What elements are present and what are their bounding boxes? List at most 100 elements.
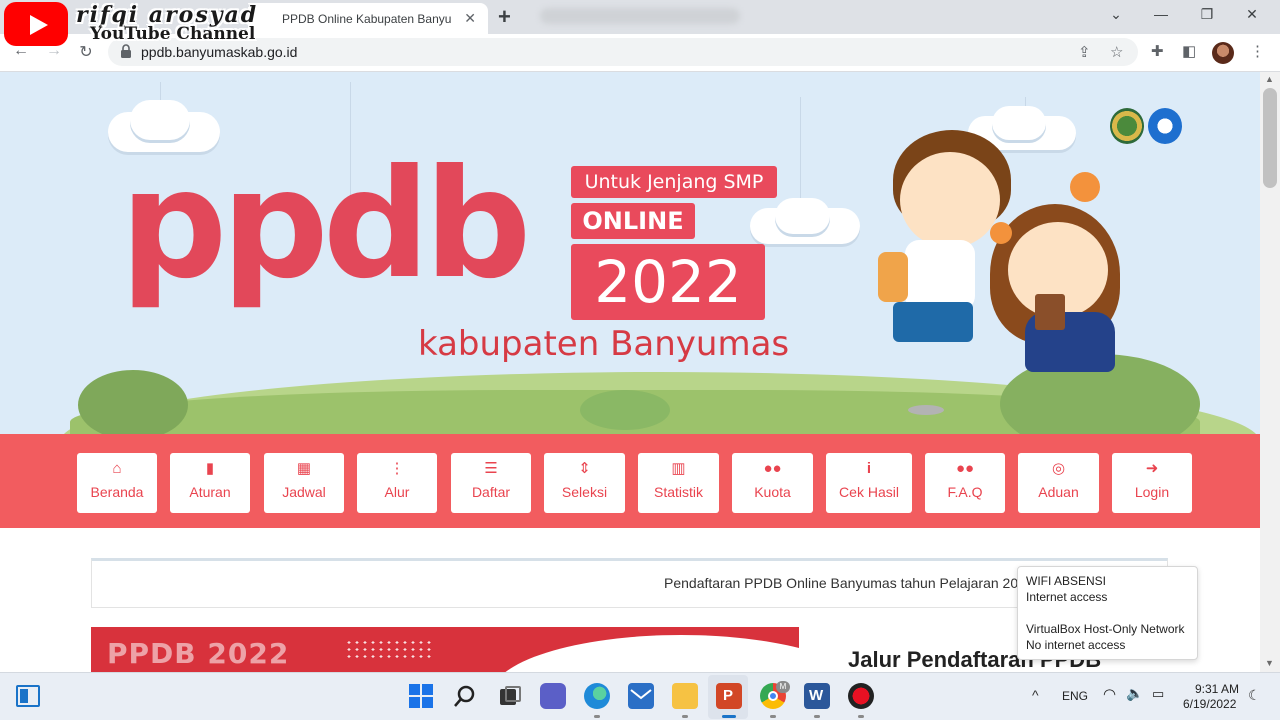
nav-faq[interactable]: ●● F.A.Q xyxy=(925,453,1005,513)
nav-seleksi[interactable]: ⇕ Seleksi xyxy=(544,453,625,513)
nav-statistik[interactable]: ▥ Statistik xyxy=(638,453,719,513)
logo-region: kabupaten Banyumas xyxy=(418,324,790,364)
clock-date[interactable]: 6/19/2022 xyxy=(1183,697,1236,711)
nav-label: Seleksi xyxy=(561,484,608,500)
tab-search-icon[interactable]: ⌄ xyxy=(1101,6,1131,23)
mail-icon[interactable] xyxy=(628,683,654,709)
volume-icon[interactable]: 🔈 xyxy=(1126,685,1143,702)
tut-wuri-handayani-icon xyxy=(1148,108,1182,144)
network-name: VirtualBox Host-Only Network xyxy=(1026,622,1185,636)
network-status: Internet access xyxy=(1026,590,1108,604)
profile-badge: M xyxy=(776,681,790,693)
language-indicator[interactable]: ENG xyxy=(1062,689,1088,703)
battery-icon[interactable]: ▭ xyxy=(1152,686,1164,702)
network-status: No internet access xyxy=(1026,638,1126,652)
scroll-thumb[interactable] xyxy=(1263,88,1277,188)
running-indicator xyxy=(770,715,776,718)
close-window-icon[interactable]: ✕ xyxy=(1237,6,1267,23)
side-panel-icon[interactable]: ◧ xyxy=(1182,42,1196,60)
nav-beranda[interactable]: ⌂ Beranda xyxy=(77,453,157,513)
windows-start-icon[interactable] xyxy=(408,683,434,709)
nav-jadwal[interactable]: ▦ Jadwal xyxy=(264,453,344,513)
nav-aduan[interactable]: ◎ Aduan xyxy=(1018,453,1099,513)
nav-label: Aduan xyxy=(1038,484,1079,500)
promo-dots-pattern xyxy=(345,639,435,661)
cloud xyxy=(992,106,1046,140)
running-indicator xyxy=(858,715,864,718)
running-indicator xyxy=(814,715,820,718)
restore-icon[interactable]: ❐ xyxy=(1192,6,1222,23)
scroll-up-icon[interactable]: ▲ xyxy=(1265,74,1274,84)
calendar-icon: ▦ xyxy=(296,460,312,477)
promo-image: PPDB 2022 xyxy=(91,627,799,672)
nav-kuota[interactable]: ●● Kuota xyxy=(732,453,813,513)
task-view-icon[interactable] xyxy=(497,683,523,709)
running-indicator xyxy=(682,715,688,718)
record-icon[interactable] xyxy=(848,683,874,709)
chevron-up-icon[interactable]: ^ xyxy=(1032,687,1039,703)
promo-text: PPDB 2022 xyxy=(107,637,290,670)
girl-book xyxy=(1035,294,1065,330)
address-bar[interactable]: ppdb.banyumaskab.go.id ⇪ ☆ xyxy=(108,38,1138,66)
windows-taskbar: P M W ^ ENG ◠ 🔈 ▭ 9:31 AM 6/19/2022 ☾ xyxy=(0,672,1280,720)
youtube-logo xyxy=(4,2,68,46)
blurred-area xyxy=(540,8,740,24)
bush xyxy=(580,390,670,430)
bush xyxy=(78,370,188,434)
nav-label: Jadwal xyxy=(282,484,326,500)
play-icon xyxy=(30,15,48,35)
new-tab-icon[interactable]: + xyxy=(498,4,511,30)
reload-icon[interactable]: ↻ xyxy=(76,42,96,62)
file-explorer-icon[interactable] xyxy=(672,683,698,709)
teams-chat-icon[interactable] xyxy=(540,683,566,709)
nav-login[interactable]: ➜ Login xyxy=(1112,453,1192,513)
scroll-down-icon[interactable]: ▼ xyxy=(1265,658,1274,668)
list-icon: ☰ xyxy=(484,460,498,477)
sign-in-icon: ➜ xyxy=(1145,460,1159,477)
share-icon[interactable]: ⇪ xyxy=(1078,43,1091,61)
tab-close-icon[interactable]: ✕ xyxy=(464,10,476,27)
menu-icon[interactable]: ⋮ xyxy=(1250,42,1265,60)
nav-label: Cek Hasil xyxy=(839,484,899,500)
lock-icon xyxy=(121,44,131,58)
extensions-icon[interactable]: ✚ xyxy=(1151,42,1164,60)
info-icon: i xyxy=(866,460,872,477)
nav-cek-hasil[interactable]: i Cek Hasil xyxy=(826,453,912,513)
announcement-box: Pendaftaran PPDB Online Banyumas tahun P… xyxy=(91,558,1168,608)
nav-daftar[interactable]: ☰ Daftar xyxy=(451,453,531,513)
word-icon[interactable]: W xyxy=(804,683,830,709)
rock xyxy=(908,405,944,415)
users-icon: ●● xyxy=(955,460,975,477)
book-icon: ▮ xyxy=(205,460,215,477)
wifi-icon[interactable]: ◠ xyxy=(1103,685,1116,703)
page-scrollbar[interactable]: ▲ ▼ xyxy=(1260,72,1280,672)
boy-head xyxy=(900,152,1000,248)
girl-hair-bow xyxy=(1070,172,1100,202)
edge-icon[interactable] xyxy=(584,683,610,709)
users-icon: ●● xyxy=(763,460,782,477)
nav-label: Login xyxy=(1134,484,1170,500)
announcement-marquee: Pendaftaran PPDB Online Banyumas tahun P… xyxy=(664,575,1019,591)
tab-title: PPDB Online Kabupaten Banyumas xyxy=(282,12,452,26)
network-name: WIFI ABSENSI xyxy=(1026,574,1107,588)
nav-label: Beranda xyxy=(90,484,144,500)
boy-shirt xyxy=(905,240,975,310)
profile-avatar[interactable] xyxy=(1212,42,1234,64)
browser-tab-active[interactable]: PPDB Online Kabupaten Banyumas ✕ xyxy=(248,3,488,34)
cloud xyxy=(775,198,830,234)
lifebuoy-icon: ◎ xyxy=(1051,460,1066,477)
powerpoint-icon[interactable]: P xyxy=(716,683,742,709)
minimize-icon[interactable]: — xyxy=(1146,6,1176,22)
search-icon[interactable] xyxy=(452,683,478,709)
main-nav: ⌂ Beranda ▮ Aturan ▦ Jadwal ⋮ Alur ☰ Daf… xyxy=(0,434,1260,528)
widgets-icon[interactable] xyxy=(16,685,40,707)
focus-assist-icon[interactable]: ☾ xyxy=(1248,687,1261,704)
nav-label: Alur xyxy=(384,484,410,500)
bookmark-star-icon[interactable]: ☆ xyxy=(1110,43,1123,61)
clock-time[interactable]: 9:31 AM xyxy=(1195,682,1239,696)
nav-alur[interactable]: ⋮ Alur xyxy=(357,453,437,513)
boy-backpack xyxy=(878,252,908,302)
nav-aturan[interactable]: ▮ Aturan xyxy=(170,453,250,513)
watermark-channel: YouTube Channel xyxy=(90,24,256,44)
running-indicator xyxy=(594,715,600,718)
